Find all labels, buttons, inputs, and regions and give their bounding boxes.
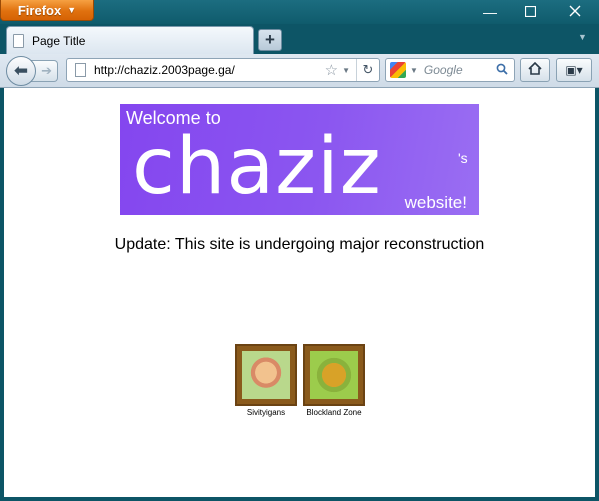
tab-label: Page Title	[32, 33, 86, 48]
address-bar[interactable]: http://chaziz.2003page.ga/ ☆ ▼ ↻	[66, 58, 380, 82]
reload-icon: ↻	[362, 62, 374, 77]
list-all-tabs-icon[interactable]: ▼	[578, 32, 587, 42]
tab-strip: Page Title + ▼	[0, 24, 599, 54]
minimize-button[interactable]: —	[478, 4, 502, 20]
google-engine-icon[interactable]	[390, 62, 406, 78]
link-sivityigans[interactable]: Sivityigans	[234, 344, 298, 417]
history-dropdown-icon[interactable]: ▼	[342, 66, 350, 75]
welcome-banner: Welcome to chaziz 's website!	[120, 104, 479, 215]
maximize-button[interactable]	[518, 4, 542, 20]
banner-site-name: chaziz	[132, 122, 382, 212]
link-gallery: Sivityigans Blockland Zone	[234, 344, 374, 424]
engine-dropdown-icon[interactable]: ▼	[410, 66, 418, 75]
update-notice: Update: This site is undergoing major re…	[114, 236, 485, 253]
search-bar[interactable]: ▼ Google	[385, 58, 515, 82]
magnifier-icon	[496, 63, 508, 75]
page-content: Welcome to chaziz 's website! Update: Th…	[4, 88, 595, 497]
tab-page-title[interactable]: Page Title	[6, 26, 254, 54]
arrow-right-icon: ➔	[41, 63, 52, 78]
bookmarks-icon: ▣▾	[565, 63, 583, 77]
link-blockland-zone[interactable]: Blockland Zone	[301, 344, 367, 417]
frog-character-icon[interactable]	[310, 351, 358, 399]
picture-frame[interactable]	[303, 344, 365, 406]
page-icon	[13, 33, 24, 48]
back-button[interactable]: ⬅	[6, 56, 36, 86]
plus-icon: +	[265, 30, 275, 49]
maximize-icon	[524, 5, 536, 18]
arrow-left-icon: ⬅	[13, 61, 29, 80]
banner-website-text: website!	[404, 193, 467, 212]
title-bar: Firefox ▼ —	[0, 0, 599, 24]
firefox-menu-label: Firefox	[17, 2, 62, 18]
bookmarks-button[interactable]: ▣▾	[556, 58, 592, 82]
close-icon	[569, 5, 581, 17]
chevron-down-icon: ▼	[67, 5, 77, 15]
url-text[interactable]: http://chaziz.2003page.ga/	[94, 63, 325, 77]
link-label[interactable]: Blockland Zone	[301, 408, 367, 417]
picture-frame[interactable]	[235, 344, 297, 406]
new-tab-button[interactable]: +	[258, 29, 282, 51]
search-input[interactable]: Google	[424, 63, 496, 77]
home-icon	[528, 61, 542, 75]
close-button[interactable]	[563, 4, 587, 20]
banner-possessive: 's	[458, 150, 468, 166]
reload-button[interactable]: ↻	[356, 59, 379, 81]
search-icon[interactable]	[496, 63, 508, 78]
firefox-menu-button[interactable]: Firefox ▼	[0, 0, 94, 21]
site-identity-icon[interactable]	[75, 63, 86, 77]
home-button[interactable]	[520, 58, 550, 82]
cartoon-character-icon[interactable]	[242, 351, 290, 399]
navigation-toolbar: ➔ ⬅ http://chaziz.2003page.ga/ ☆ ▼ ↻ ▼ G…	[0, 54, 599, 88]
bookmark-star-icon[interactable]: ☆	[325, 61, 338, 79]
link-label[interactable]: Sivityigans	[234, 408, 298, 417]
